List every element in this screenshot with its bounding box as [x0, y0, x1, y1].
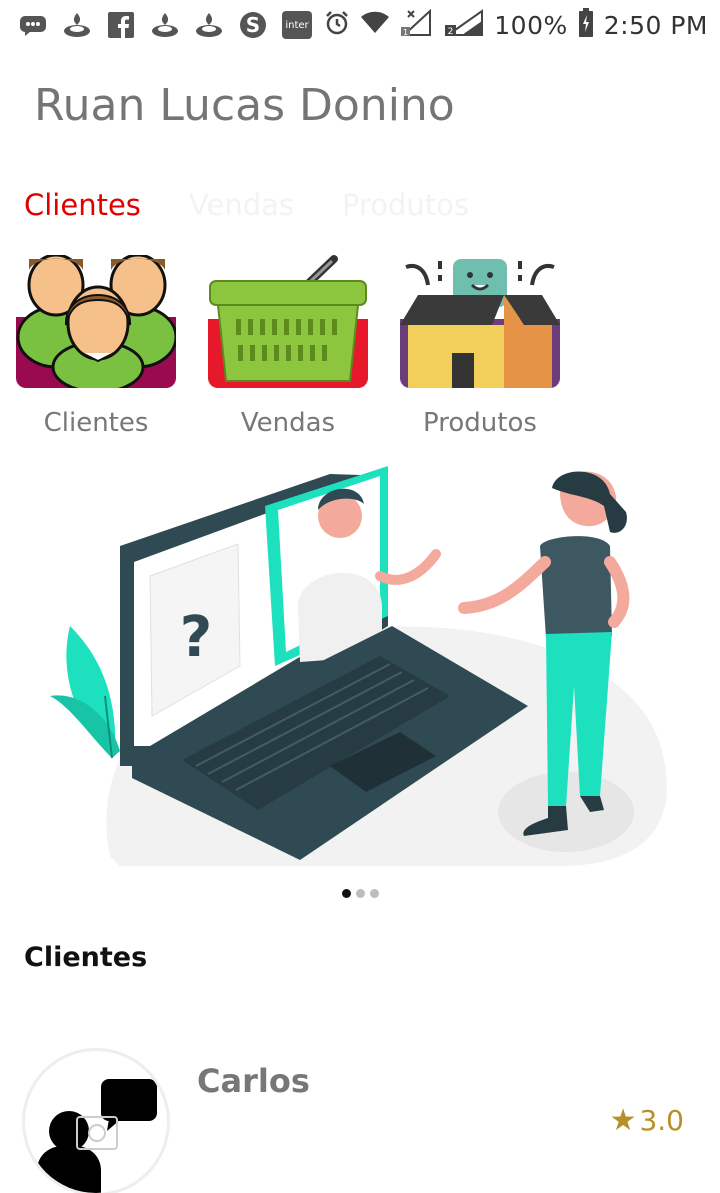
- battery-percent: 100%: [494, 10, 568, 40]
- tab-bar: Clientes Vendas Produtos: [24, 188, 469, 260]
- client-name: Carlos: [197, 1062, 310, 1100]
- category-grid: Clientes Vendas Produtos: [16, 255, 560, 438]
- banner-carousel[interactable]: ?: [0, 466, 720, 866]
- carousel-dot[interactable]: [341, 889, 351, 898]
- signal-sim2-icon: 2: [444, 9, 484, 41]
- facebook-icon: [106, 10, 136, 40]
- tab-vendas[interactable]: Vendas: [189, 188, 294, 260]
- wifi-icon: [360, 11, 390, 39]
- category-vendas[interactable]: Vendas: [208, 255, 368, 438]
- basket-icon: [208, 255, 368, 388]
- rating-value: 3.0: [639, 1104, 684, 1137]
- product-box-icon: [400, 255, 560, 388]
- status-bar: S inter 1 2 100% 2:50 PM: [0, 0, 720, 50]
- list-item[interactable]: Carlos ★ 3.0: [0, 1040, 720, 1193]
- santander-icon: [150, 10, 180, 40]
- battery-icon: [578, 8, 594, 42]
- carousel-indicator: [0, 889, 720, 898]
- santander-icon: [194, 10, 224, 40]
- contact-avatar-icon: [22, 1048, 170, 1193]
- system-status: 1 2 100% 2:50 PM: [324, 8, 708, 42]
- clock: 2:50 PM: [603, 10, 708, 40]
- skype-icon: S: [238, 10, 268, 40]
- star-icon: ★: [609, 1102, 637, 1138]
- tab-clientes[interactable]: Clientes: [24, 188, 141, 260]
- carousel-dot[interactable]: [369, 889, 379, 898]
- client-rating: ★ 3.0: [610, 1104, 684, 1137]
- inter-label: inter: [285, 19, 309, 31]
- category-label-clientes: Clientes: [43, 408, 149, 438]
- svg-text:S: S: [246, 13, 260, 37]
- page-title: Ruan Lucas Donino: [34, 80, 455, 131]
- svg-text:1: 1: [403, 28, 408, 37]
- alarm-icon: [324, 10, 350, 40]
- signal-sim1-icon: 1: [400, 8, 434, 41]
- inter-icon: inter: [282, 10, 312, 40]
- carousel-dot[interactable]: [355, 889, 365, 898]
- section-title-clientes: Clientes: [24, 942, 148, 973]
- svg-text:2: 2: [448, 27, 454, 37]
- clients-icon: [16, 255, 176, 388]
- category-label-produtos: Produtos: [423, 408, 537, 438]
- santander-icon: [62, 10, 92, 40]
- category-label-vendas: Vendas: [240, 408, 336, 438]
- support-illustration: ?: [50, 466, 667, 866]
- tab-produtos[interactable]: Produtos: [342, 188, 469, 260]
- svg-text:?: ?: [180, 605, 212, 670]
- category-produtos[interactable]: Produtos: [400, 255, 560, 438]
- notification-icons: S inter: [18, 10, 324, 40]
- message-icon: [18, 10, 48, 40]
- category-clientes[interactable]: Clientes: [16, 255, 176, 438]
